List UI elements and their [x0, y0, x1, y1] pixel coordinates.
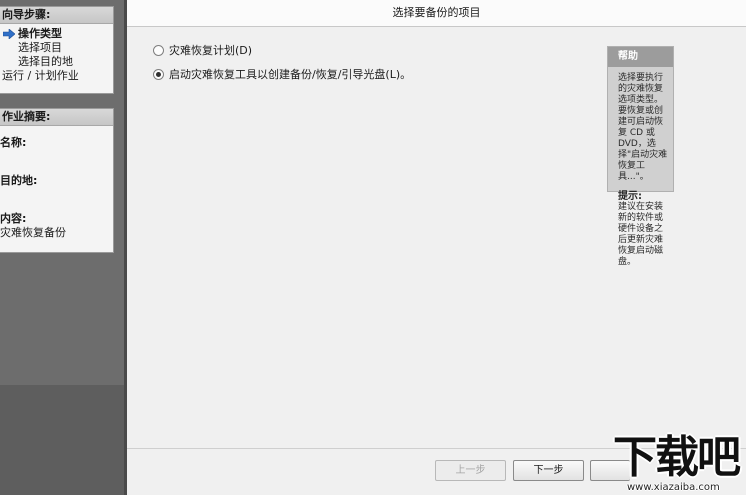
job-contents-value: 灾难恢复备份: [0, 226, 66, 239]
wizard-step-label: 选择项目: [18, 41, 62, 54]
wizard-step-run-schedule[interactable]: 运行 / 计划作业: [0, 69, 113, 83]
help-panel: 帮助 选择要执行的灾难恢复选项类型。要恢复或创建可启动恢复 CD 或 DVD，选…: [607, 46, 674, 267]
wizard-step-label: 选择目的地: [18, 55, 73, 68]
radio-button-unchecked[interactable]: [153, 44, 164, 56]
option-launch-recovery-tool[interactable]: 启动灾难恢复工具以创建备份/恢复/引导光盘(L)。: [153, 62, 411, 86]
help-body: 选择要执行的灾难恢复选项类型。要恢复或创建可启动恢复 CD 或 DVD，选择"启…: [608, 67, 673, 268]
left-pane: 向导步骤: 操作类型 选择项目 选择目的地 运行 / 计划作业 作业摘要: 名称…: [0, 0, 124, 495]
job-name-label: 名称:: [0, 136, 27, 149]
help-text: 选择要执行的灾难恢复选项类型。要恢复或创建可启动恢复 CD 或 DVD，选择"启…: [618, 73, 668, 182]
left-pane-bottom: [0, 385, 124, 495]
current-step-arrow-icon: [3, 29, 15, 39]
wizard-step-select-destination[interactable]: 选择目的地: [0, 55, 113, 69]
radio-button-checked[interactable]: [153, 68, 164, 80]
wizard-steps-header: 向导步骤:: [0, 7, 113, 24]
job-summary-panel: 作业摘要: 名称: 目的地: 内容: 灾难恢复备份: [0, 108, 114, 253]
page-title: 选择要备份的项目: [127, 0, 746, 27]
job-summary-body: 名称: 目的地: 内容: 灾难恢复备份: [0, 126, 113, 246]
option-group: 灾难恢复计划(D) 启动灾难恢复工具以创建备份/恢复/引导光盘(L)。: [153, 38, 411, 86]
next-button[interactable]: 下一步: [513, 460, 584, 481]
back-button[interactable]: 上一步: [435, 460, 506, 481]
watermark-text: 下载吧: [613, 432, 741, 483]
help-tip-text: 建议在安装新的软件或硬件设备之后更新灾难恢复启动磁盘。: [618, 202, 664, 267]
wizard-main-area: 选择要备份的项目 灾难恢复计划(D) 启动灾难恢复工具以创建备份/恢复/引导光盘…: [124, 0, 746, 495]
wizard-step-select-items[interactable]: 选择项目: [0, 41, 113, 55]
wizard-step-label: 操作类型: [18, 27, 62, 40]
job-contents-label: 内容:: [0, 212, 27, 225]
job-destination-label: 目的地:: [0, 174, 38, 187]
watermark-logo: 下载吧 www.xiazaiba.com: [607, 432, 746, 495]
job-summary-header: 作业摘要:: [0, 109, 113, 126]
wizard-steps-panel: 向导步骤: 操作类型 选择项目 选择目的地 运行 / 计划作业: [0, 6, 114, 94]
watermark-url: www.xiazaiba.com: [627, 482, 720, 493]
help-tip-header: 提示:: [618, 191, 642, 202]
option-label: 灾难恢复计划(D): [169, 44, 253, 57]
wizard-step-operation-type[interactable]: 操作类型: [0, 27, 113, 41]
option-label: 启动灾难恢复工具以创建备份/恢复/引导光盘(L)。: [169, 68, 412, 81]
wizard-steps-list: 操作类型 选择项目 选择目的地 运行 / 计划作业: [0, 24, 113, 89]
option-disaster-recovery-plan[interactable]: 灾难恢复计划(D): [153, 38, 411, 62]
wizard-step-label: 运行 / 计划作业: [2, 69, 79, 82]
help-header: 帮助: [608, 47, 673, 67]
